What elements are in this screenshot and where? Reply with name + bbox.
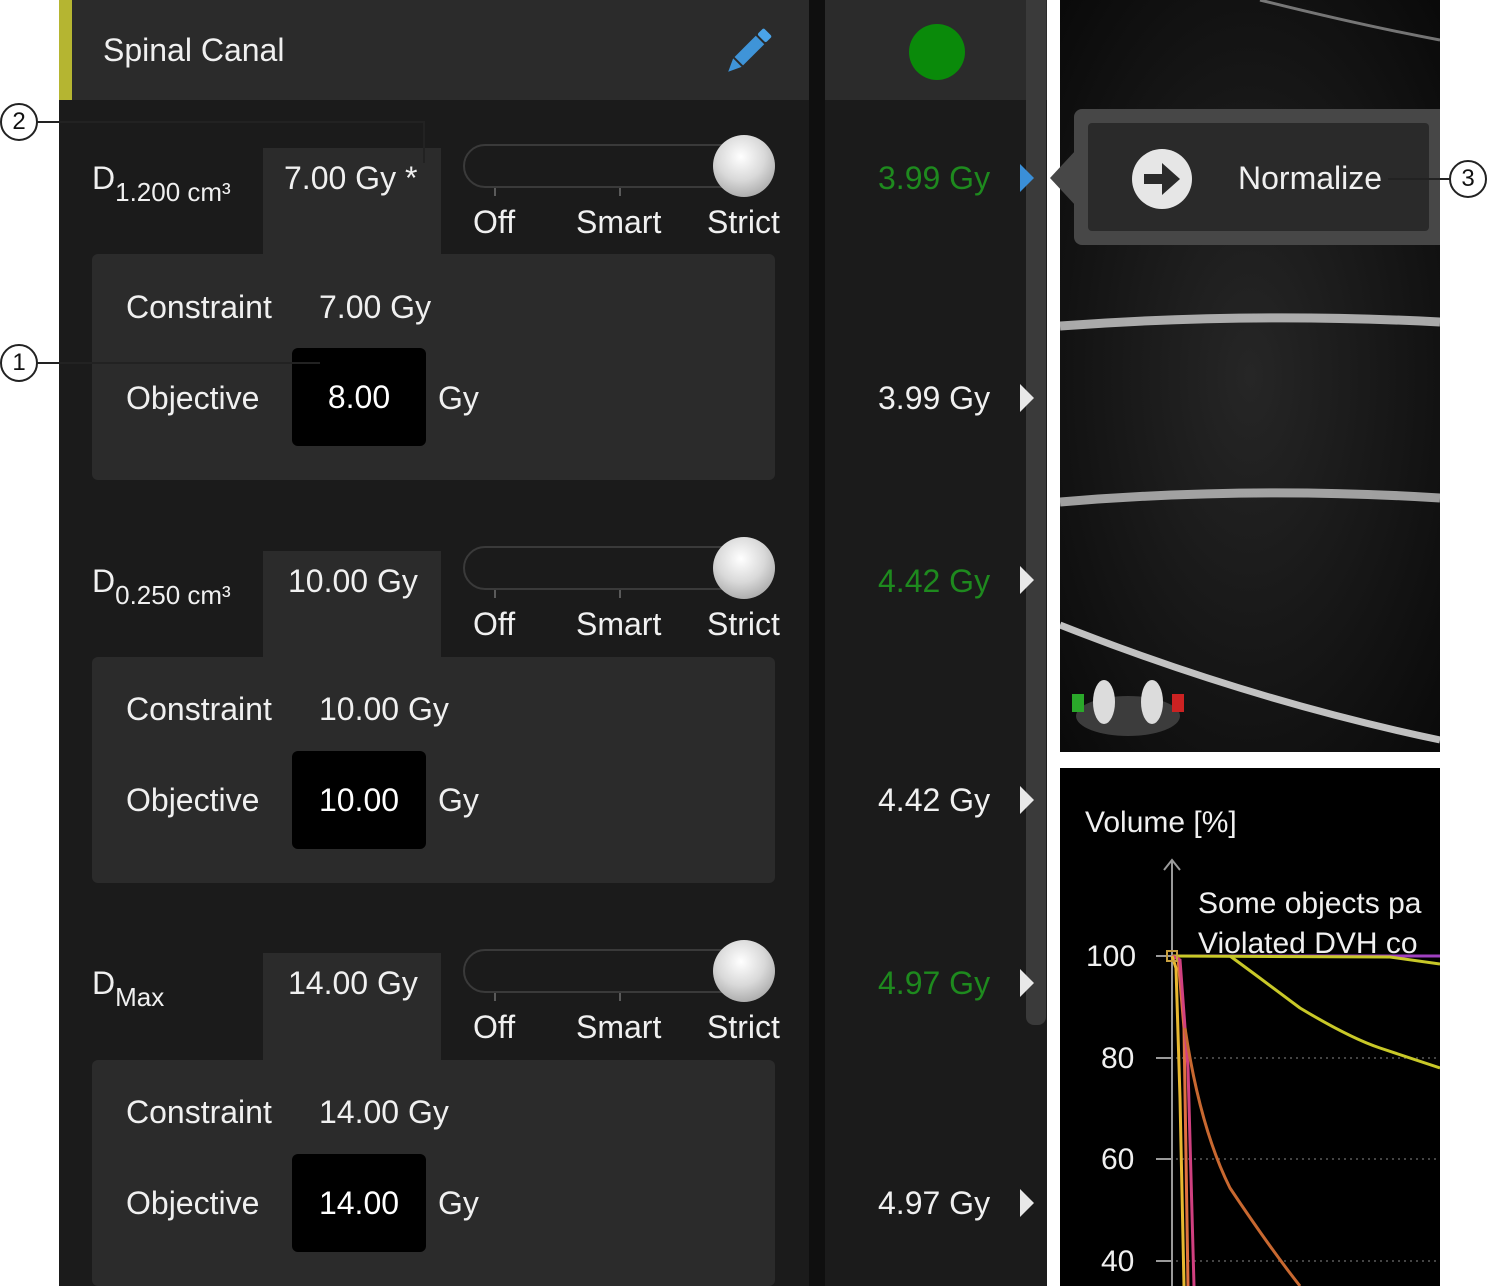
slider-tick: [494, 590, 496, 598]
y-tick-label: 60: [1101, 1143, 1135, 1176]
slider-off-label[interactable]: Off: [473, 204, 515, 241]
constraint-label: Constraint: [126, 1094, 272, 1130]
dvh-plot: [1156, 858, 1440, 1286]
dvh-message: Some objects pa: [1198, 887, 1422, 920]
callout-3: 3: [1449, 160, 1487, 198]
slider-strict-label[interactable]: Strict: [707, 204, 780, 241]
objective-unit: Gy: [438, 380, 479, 416]
dvh-chart[interactable]: [1060, 768, 1440, 1286]
slider-knob[interactable]: [713, 940, 775, 1002]
objective-label: Objective: [126, 782, 260, 818]
objective-detail-box: [92, 254, 775, 480]
popup-pointer: [1050, 150, 1076, 206]
objective-dose-value: 4.97 Gy: [878, 1185, 991, 1221]
objective-label: Objective: [126, 380, 260, 416]
expand-arrow-icon[interactable]: [1020, 164, 1034, 192]
y-tick-label: 100: [1086, 940, 1137, 973]
structure-color-accent: [59, 0, 72, 100]
dvh-message-area: Some objects pa Violated DVH co: [1198, 884, 1440, 962]
expand-arrow-icon[interactable]: [1020, 1189, 1034, 1217]
pencil-icon[interactable]: [720, 24, 776, 80]
objective-unit: Gy: [438, 782, 479, 818]
scrollbar[interactable]: [1026, 0, 1046, 1025]
expand-arrow-icon[interactable]: [1020, 384, 1034, 412]
metric-label: D1.200 cm³: [92, 160, 231, 207]
constraint-label: Constraint: [126, 289, 272, 325]
expand-arrow-icon[interactable]: [1020, 786, 1034, 814]
dvh-message: Violated DVH co: [1198, 927, 1418, 960]
slider-tick: [494, 188, 496, 196]
constraint-value: 7.00 Gy: [319, 289, 432, 325]
callout-leader: [37, 121, 425, 123]
callout-leader: [1388, 178, 1450, 180]
y-tick-label: 80: [1101, 1042, 1135, 1075]
column-divider: [809, 0, 825, 1286]
achieved-dose-value: 4.97 Gy: [878, 965, 991, 1001]
metric-label: DMax: [92, 965, 165, 1012]
slider-tick: [619, 993, 621, 1001]
arrow-right-circle-icon: [1132, 149, 1192, 209]
constraint-value: 14.00 Gy: [319, 1094, 449, 1130]
slider-tick: [619, 590, 621, 598]
slider-knob[interactable]: [713, 135, 775, 197]
callout-leader: [423, 121, 425, 163]
slider-knob[interactable]: [713, 537, 775, 599]
status-indicator: [909, 24, 965, 80]
objective-value: 10.00 Gy: [288, 563, 418, 599]
expand-arrow-icon[interactable]: [1020, 969, 1034, 997]
expand-arrow-icon[interactable]: [1020, 566, 1034, 594]
constraint-value: 10.00 Gy: [319, 691, 449, 727]
achieved-dose-value: 4.42 Gy: [878, 563, 991, 599]
objective-input[interactable]: 14.00: [292, 1154, 426, 1252]
slider-tick: [619, 188, 621, 196]
objective-dose-value: 4.42 Gy: [878, 782, 991, 818]
objective-value: 7.00 Gy *: [284, 160, 418, 196]
callout-2: 2: [0, 103, 38, 141]
slider-tick: [494, 993, 496, 1001]
slider-strict-label[interactable]: Strict: [707, 606, 780, 643]
slider-strict-label[interactable]: Strict: [707, 1009, 780, 1046]
callout-1: 1: [0, 344, 38, 382]
callout-leader: [37, 362, 320, 364]
slider-smart-label[interactable]: Smart: [576, 606, 661, 643]
objective-dose-value: 3.99 Gy: [878, 380, 991, 416]
metric-label: D0.250 cm³: [92, 563, 231, 610]
objective-value: 14.00 Gy: [288, 965, 418, 1001]
objective-label: Objective: [126, 1185, 260, 1221]
slider-smart-label[interactable]: Smart: [576, 1009, 661, 1046]
normalize-label: Normalize: [1238, 160, 1383, 196]
slider-smart-label[interactable]: Smart: [576, 204, 661, 241]
achieved-dose-value: 3.99 Gy: [878, 160, 991, 196]
patient-orientation-icon: [1072, 680, 1184, 736]
y-tick-label: 40: [1101, 1245, 1135, 1278]
constraint-label: Constraint: [126, 691, 272, 727]
slider-off-label[interactable]: Off: [473, 1009, 515, 1046]
structure-name: Spinal Canal: [103, 32, 285, 68]
slider-off-label[interactable]: Off: [473, 606, 515, 643]
dvh-ylabel: Volume [%]: [1085, 806, 1237, 839]
objective-input[interactable]: 10.00: [292, 751, 426, 849]
objective-unit: Gy: [438, 1185, 479, 1221]
